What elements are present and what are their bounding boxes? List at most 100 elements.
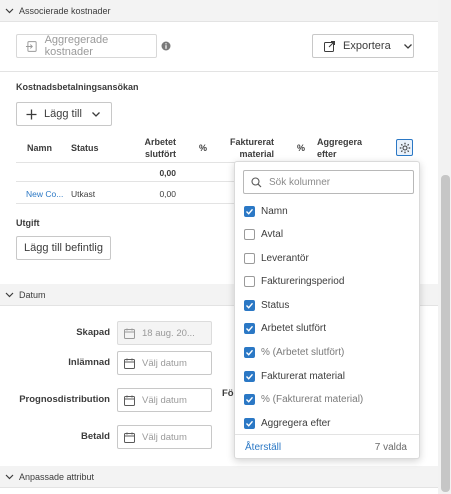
column-search-input[interactable]: Sök kolumner — [243, 170, 414, 194]
chevron-down-icon — [5, 292, 14, 298]
add-existing-button[interactable]: Lägg till befintlig — [16, 236, 111, 260]
checkbox-checked[interactable] — [244, 417, 255, 429]
checkmark-icon — [246, 373, 254, 380]
section-header-associated[interactable]: Associerade kostnader — [0, 0, 438, 22]
calendar-icon — [124, 432, 135, 443]
gear-icon — [399, 142, 410, 153]
section-header-custom-attributes[interactable]: Anpassade attribut — [0, 466, 438, 488]
export-label: Exportera — [343, 40, 391, 52]
search-placeholder: Sök kolumner — [269, 176, 331, 188]
column-header-status[interactable]: Status — [71, 142, 99, 154]
search-icon — [251, 176, 262, 187]
row-status: Utkast — [71, 189, 96, 199]
date-placeholder: Välj datum — [142, 431, 187, 443]
column-header-percent-material[interactable]: % — [297, 142, 305, 154]
checkbox-checked[interactable] — [244, 370, 255, 382]
plus-icon — [26, 109, 37, 119]
checkmark-icon — [246, 325, 254, 332]
column-option-fakturerat-material[interactable]: Fakturerat material — [244, 368, 345, 384]
column-option-label: Arbetet slutfört — [261, 322, 327, 334]
checkbox-checked[interactable] — [244, 346, 255, 358]
checkmark-icon — [246, 420, 254, 427]
add-button[interactable]: Lägg till — [16, 102, 112, 126]
table-divider — [16, 162, 236, 163]
checkbox-unchecked[interactable] — [244, 228, 255, 240]
forecast-label: Prognosdistribution — [19, 394, 110, 405]
submitted-date-input[interactable]: Välj datum — [117, 351, 212, 375]
section-title: Associerade kostnader — [19, 5, 111, 16]
paid-date-input[interactable]: Välj datum — [117, 425, 212, 449]
import-icon — [25, 40, 37, 52]
checkmark-icon — [246, 349, 254, 356]
export-icon — [324, 40, 335, 52]
column-option-avtal[interactable]: Avtal — [244, 226, 283, 242]
checkbox-unchecked[interactable] — [244, 252, 255, 264]
column-option-label: Fakturerat material — [261, 370, 345, 382]
aggregate-costs-label: Aggregerade kostnader — [44, 34, 109, 58]
chevron-down-icon — [403, 44, 412, 49]
column-header-namn[interactable]: Namn — [27, 142, 52, 154]
created-label: Skapad — [76, 327, 110, 338]
info-icon[interactable] — [161, 41, 171, 51]
checkmark-icon — [246, 208, 254, 215]
date-placeholder: Välj datum — [142, 357, 187, 369]
column-option-label: % (Fakturerat material) — [261, 393, 364, 405]
column-option-leverantor[interactable]: Leverantör — [244, 250, 309, 266]
column-option-label: Leverantör — [261, 252, 309, 264]
checkbox-checked[interactable] — [244, 393, 255, 405]
selected-count: 7 valda — [374, 442, 407, 453]
chevron-down-icon — [5, 8, 14, 14]
column-option-label: Namn — [261, 205, 288, 217]
truncated-field-label: Fö — [222, 388, 234, 399]
created-date-value: 18 aug. 20... — [142, 327, 195, 339]
row-arbetet-slutfort: 0,00 — [159, 189, 176, 199]
submitted-label: Inlämnad — [68, 357, 110, 368]
chevron-down-icon — [91, 112, 100, 117]
export-button[interactable]: Exportera — [312, 34, 414, 58]
column-settings-button[interactable] — [396, 139, 413, 156]
column-option-percent-material[interactable]: % (Fakturerat material) — [244, 391, 363, 407]
checkbox-checked[interactable] — [244, 322, 255, 334]
section-title: Anpassade attribut — [19, 471, 95, 482]
calendar-icon — [124, 395, 135, 406]
forecast-date-input[interactable]: Välj datum — [117, 388, 212, 412]
calendar-icon — [124, 328, 135, 339]
section-title: Datum — [19, 289, 46, 300]
divider — [0, 71, 438, 72]
column-option-label: Aggregera efter — [261, 417, 331, 429]
scrollbar-thumb[interactable] — [441, 175, 450, 492]
row-name-link[interactable]: New Co... — [26, 189, 63, 199]
checkmark-icon — [246, 396, 254, 403]
date-placeholder: Välj datum — [142, 394, 187, 406]
total-arbetet-slutfort: 0,00 — [159, 168, 176, 178]
calendar-icon — [124, 358, 135, 369]
checkbox-checked[interactable] — [244, 299, 255, 311]
table-divider — [16, 203, 236, 204]
expense-heading: Utgift — [16, 218, 40, 228]
add-existing-label: Lägg till befintlig — [24, 242, 103, 254]
column-option-label: Avtal — [261, 228, 284, 240]
checkmark-icon — [246, 302, 254, 309]
chevron-down-icon — [5, 474, 14, 480]
checkbox-unchecked[interactable] — [244, 275, 255, 287]
column-header-fakturerat-material[interactable]: Fakturerat material — [222, 136, 274, 160]
column-header-arbetet-slutfort[interactable]: Arbetet slutfört — [130, 136, 176, 160]
column-option-label: Faktureringsperiod — [261, 275, 345, 287]
column-option-label: Status — [261, 299, 290, 311]
column-option-arbetet-slutfort[interactable]: Arbetet slutfört — [244, 320, 326, 336]
popup-divider — [235, 434, 419, 435]
column-option-faktureringsperiod[interactable]: Faktureringsperiod — [244, 273, 344, 289]
column-header-aggregera-efter[interactable]: Aggregera efter — [317, 136, 365, 160]
table-divider — [16, 181, 236, 182]
paid-label: Betald — [80, 431, 110, 442]
aggregate-costs-button[interactable]: Aggregerade kostnader — [16, 34, 157, 58]
column-option-namn[interactable]: Namn — [244, 203, 288, 219]
created-date-field: 18 aug. 20... — [117, 321, 212, 345]
reset-link[interactable]: Återställ — [245, 442, 281, 453]
payment-application-heading: Kostnadsbetalningsansökan — [16, 82, 139, 92]
column-header-percent-work[interactable]: % — [199, 142, 207, 154]
column-option-aggregera-efter[interactable]: Aggregera efter — [244, 415, 331, 431]
checkbox-checked[interactable] — [244, 205, 255, 217]
column-option-status[interactable]: Status — [244, 297, 289, 313]
column-option-percent-work[interactable]: % (Arbetet slutfört) — [244, 344, 344, 360]
